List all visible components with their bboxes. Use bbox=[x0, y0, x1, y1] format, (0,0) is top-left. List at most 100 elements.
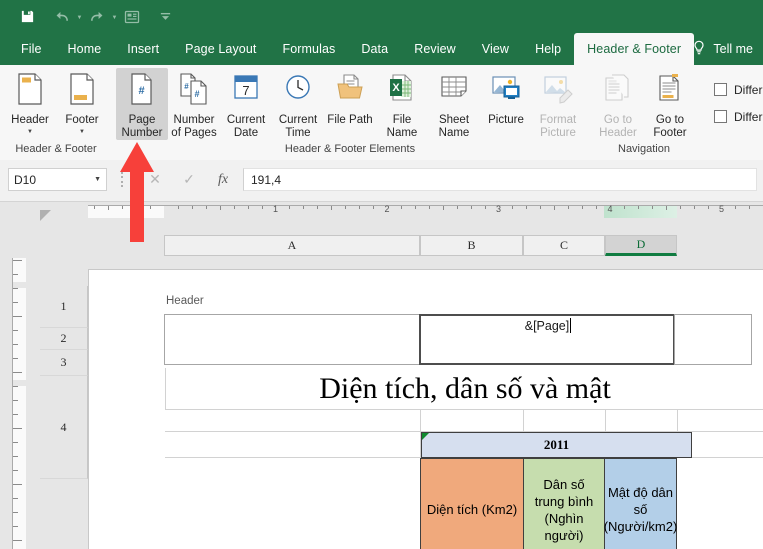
format-picture-icon bbox=[542, 72, 574, 111]
header-button-label: Header bbox=[11, 114, 49, 126]
ribbon-group-label-header-footer: Header & Footer bbox=[15, 143, 97, 155]
header-button[interactable]: Header ▼ bbox=[4, 68, 56, 140]
save-icon[interactable] bbox=[14, 4, 40, 29]
header-left-section[interactable] bbox=[164, 314, 420, 365]
vertical-ruler-tick bbox=[13, 400, 18, 401]
file-path-button[interactable]: File Path bbox=[324, 68, 376, 140]
current-time-button-label: Current Time bbox=[278, 114, 318, 139]
tell-me-box[interactable]: Tell me bbox=[692, 33, 759, 65]
ribbon-group-label-options bbox=[700, 141, 763, 160]
tab-view[interactable]: View bbox=[469, 33, 522, 65]
cell-e2[interactable] bbox=[678, 410, 763, 432]
vertical-ruler-tick bbox=[13, 498, 18, 499]
footer-button-label: Footer bbox=[65, 114, 99, 126]
header-cell-area[interactable]: Diện tích (Km2) bbox=[420, 458, 524, 549]
name-box-dropdown-icon[interactable]: ▼ bbox=[94, 176, 101, 183]
vertical-ruler-tick bbox=[13, 484, 22, 485]
year-header-cell[interactable]: 2011 bbox=[421, 432, 692, 458]
ruler-tick bbox=[247, 206, 249, 209]
column-header-b[interactable]: B bbox=[420, 235, 523, 256]
footer-button[interactable]: Footer ▼ bbox=[56, 68, 108, 140]
ruler-tick bbox=[582, 206, 584, 209]
ruler-tick bbox=[707, 206, 709, 209]
vertical-ruler-tick bbox=[13, 302, 18, 303]
file-path-button-label: File Path bbox=[327, 114, 373, 126]
sheet-name-button[interactable]: Sheet Name bbox=[428, 68, 480, 140]
column-header-c[interactable]: C bbox=[523, 235, 605, 256]
vertical-ruler-margin-top bbox=[13, 258, 26, 282]
customize-quick-access-icon[interactable] bbox=[152, 4, 178, 29]
cell-c2[interactable] bbox=[524, 410, 606, 432]
insert-function-icon[interactable]: fx bbox=[206, 168, 240, 191]
tab-review[interactable]: Review bbox=[401, 33, 469, 65]
redo-icon[interactable] bbox=[84, 4, 110, 29]
file-name-button[interactable]: X File Name bbox=[376, 68, 428, 140]
column-headers: A B C D bbox=[0, 232, 763, 258]
page-layout-page: Header &[Page] Diện tích, dân số và mật bbox=[88, 269, 763, 549]
header-cell-density[interactable]: Mật độ dân số (Người/km2) bbox=[604, 458, 677, 549]
go-to-footer-button[interactable]: Go to Footer bbox=[644, 68, 696, 140]
tab-header-and-footer[interactable]: Header & Footer bbox=[574, 33, 695, 65]
header-center-section[interactable]: &[Page] bbox=[419, 314, 675, 365]
header-center-code: &[Page] bbox=[524, 318, 572, 333]
picture-button[interactable]: Picture bbox=[480, 68, 532, 140]
vertical-ruler-tick bbox=[13, 470, 18, 471]
different-first-page-option[interactable]: Different First Page bbox=[714, 83, 763, 97]
ruler-track bbox=[88, 205, 763, 219]
touch-mouse-mode-icon[interactable] bbox=[119, 4, 145, 29]
cell-a4[interactable] bbox=[165, 458, 421, 549]
different-odd-even-label: Different Odd & Even bbox=[734, 109, 763, 124]
cell-a3[interactable] bbox=[165, 432, 421, 458]
column-header-d[interactable]: D bbox=[605, 235, 677, 256]
formula-input[interactable]: 191,4 bbox=[243, 168, 757, 191]
tab-help[interactable]: Help bbox=[522, 33, 574, 65]
vertical-ruler-tick bbox=[13, 512, 18, 513]
tab-file[interactable]: File bbox=[8, 33, 55, 65]
footer-dropdown-caret-icon[interactable]: ▼ bbox=[79, 128, 85, 136]
number-of-pages-button[interactable]: # # Number of Pages bbox=[168, 68, 220, 140]
current-time-button[interactable]: Current Time bbox=[272, 68, 324, 140]
different-odd-even-option[interactable]: Different Odd & Even bbox=[714, 110, 763, 124]
name-box[interactable]: D10 ▼ bbox=[8, 168, 107, 191]
tab-page-layout[interactable]: Page Layout bbox=[172, 33, 269, 65]
vertical-ruler-tick bbox=[13, 526, 18, 527]
header-right-section[interactable] bbox=[674, 314, 752, 365]
footer-page-icon bbox=[67, 72, 97, 111]
header-cell-population[interactable]: Dân số trung bình (Nghìn người) bbox=[523, 458, 605, 549]
row-header-4[interactable]: 4 bbox=[40, 376, 88, 479]
cell-e3[interactable] bbox=[692, 432, 763, 458]
different-odd-even-checkbox[interactable] bbox=[714, 110, 727, 123]
cell-d2[interactable] bbox=[606, 410, 678, 432]
ruler-tick bbox=[637, 206, 639, 209]
go-to-footer-button-label: Go to Footer bbox=[653, 114, 687, 139]
tab-formulas[interactable]: Formulas bbox=[269, 33, 348, 65]
format-picture-button-label: Format Picture bbox=[539, 114, 577, 139]
header-dropdown-caret-icon[interactable]: ▼ bbox=[27, 128, 33, 136]
different-first-page-checkbox[interactable] bbox=[714, 83, 727, 96]
worksheet-title-cell[interactable]: Diện tích, dân số và mật bbox=[165, 368, 763, 410]
vertical-ruler-tick bbox=[13, 358, 18, 359]
undo-caret-icon[interactable]: ▼ bbox=[75, 4, 84, 29]
row-header-1[interactable]: 1 bbox=[40, 286, 88, 328]
row-header-3[interactable]: 3 bbox=[40, 350, 88, 376]
folder-icon bbox=[335, 72, 365, 111]
redo-caret-icon[interactable]: ▼ bbox=[110, 4, 119, 29]
ruler-tick bbox=[205, 206, 207, 209]
current-date-button[interactable]: 7 Current Date bbox=[220, 68, 272, 140]
enter-check-icon[interactable]: ✓ bbox=[172, 168, 206, 191]
cell-a2[interactable] bbox=[165, 410, 421, 432]
vertical-ruler-tick bbox=[13, 414, 18, 415]
current-date-button-label: Current Date bbox=[226, 114, 266, 139]
row-header-2[interactable]: 2 bbox=[40, 328, 88, 350]
tab-data[interactable]: Data bbox=[348, 33, 401, 65]
undo-icon[interactable] bbox=[49, 4, 75, 29]
tab-insert[interactable]: Insert bbox=[114, 33, 172, 65]
go-to-header-button: Go to Header bbox=[592, 68, 644, 140]
cell-b2[interactable] bbox=[421, 410, 524, 432]
format-picture-button: Format Picture bbox=[532, 68, 584, 140]
ruler-tick bbox=[679, 206, 681, 209]
column-header-a[interactable]: A bbox=[164, 235, 420, 256]
svg-text:X: X bbox=[392, 82, 400, 94]
tab-home[interactable]: Home bbox=[55, 33, 115, 65]
page-number-button[interactable]: # Page Number bbox=[116, 68, 168, 140]
